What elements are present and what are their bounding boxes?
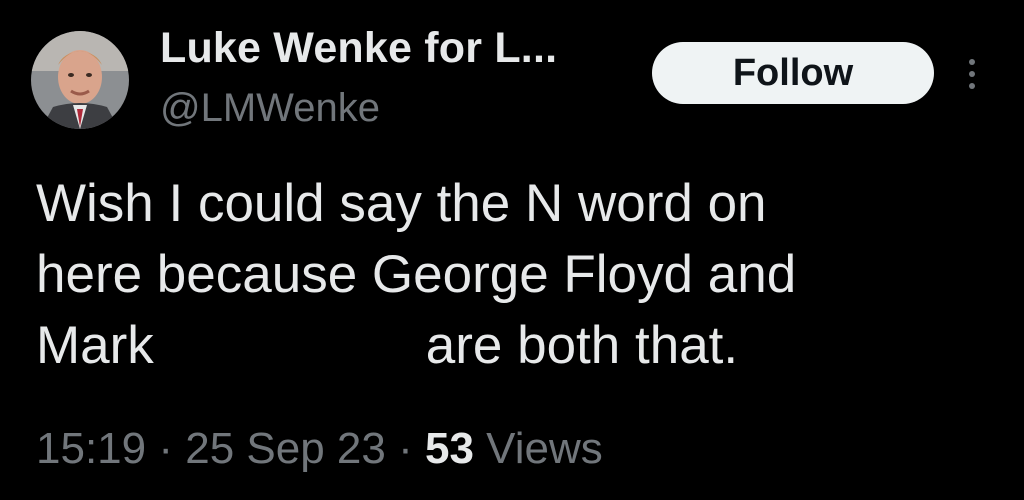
tweet-text-fragment: Mark [36, 316, 154, 375]
follow-button[interactable]: Follow [652, 42, 934, 104]
tweet-date[interactable]: 25 Sep 23 [185, 424, 386, 473]
separator-dot: · [398, 424, 413, 473]
tweet-card: Luke Wenke for L... @LMWenke Follow Wish… [0, 0, 1024, 500]
redacted-region [154, 362, 426, 363]
tweet-text-line: Wish I could say the N word on [36, 174, 767, 233]
tweet-text-fragment: are both that. [425, 316, 739, 375]
views-count: 53 [424, 424, 474, 473]
tweet-meta: 15:19 · 25 Sep 23 · 53 Views [36, 424, 603, 474]
tweet-text-line: here because George Floyd and [36, 245, 797, 304]
tweet-time[interactable]: 15:19 [36, 424, 146, 473]
author-handle[interactable]: @LMWenke [160, 86, 380, 131]
more-vertical-icon[interactable] [960, 56, 984, 92]
views-label: Views [486, 424, 603, 473]
tweet-text: Wish I could say the N word on here beca… [36, 168, 996, 381]
separator-dot: · [158, 424, 173, 473]
tweet-text-line: Mark are both that. [36, 310, 996, 381]
avatar[interactable] [31, 31, 129, 129]
avatar-image [31, 31, 129, 129]
author-display-name[interactable]: Luke Wenke for L... [160, 24, 557, 73]
